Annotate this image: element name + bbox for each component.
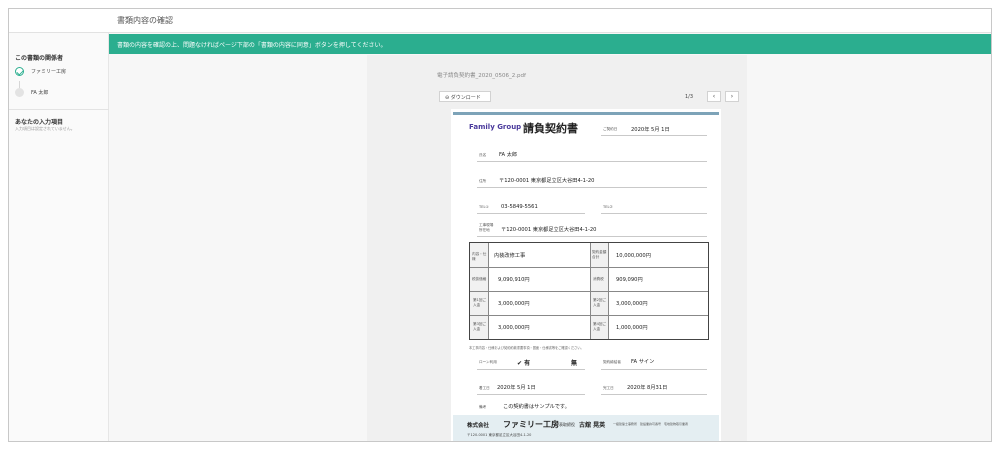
table-cell: 3,000,000円 bbox=[616, 301, 648, 307]
rep-name: 古舘 晃英 bbox=[579, 422, 606, 429]
table-row-label: 第1回ご入金 bbox=[473, 298, 487, 307]
page-title: 書類内容の確認 bbox=[117, 16, 173, 25]
loan-yes: ✔ 有 bbox=[517, 360, 531, 367]
loan-label: ローン利用 bbox=[479, 360, 497, 364]
table-row-label: 消費税 bbox=[593, 277, 604, 281]
app-frame: 書類内容の確認 この書類の関係者 ファミリー工房 FA 太郎 あなたの入力項目 … bbox=[8, 8, 992, 442]
company-logo: Family Group bbox=[469, 123, 522, 131]
start-label: 着工日 bbox=[479, 386, 490, 390]
fine-print: 本工事内容・仕様および契約約款重要事項・図面・仕様書等をご確認ください。 bbox=[469, 346, 584, 350]
table-cell: 10,000,000円 bbox=[616, 253, 651, 259]
table-row-label: 契約金額合計 bbox=[592, 250, 607, 259]
file-name-tab[interactable]: 電子請負契約書_2020_0506_2.pdf bbox=[437, 71, 526, 79]
divider bbox=[477, 369, 585, 370]
inputs-note: 入力項目は設定されていません。 bbox=[15, 126, 75, 131]
start-date: 2020年 5月 1日 bbox=[497, 385, 536, 391]
address-label: 住所 bbox=[479, 179, 487, 183]
sign-method-label: 契約締結者 bbox=[603, 360, 621, 364]
document-page: Family Group 請負契約書 ご契約日 2020年 5月 1日 氏名 F… bbox=[451, 109, 721, 441]
divider bbox=[601, 394, 707, 395]
tel2-label: TEL② bbox=[603, 205, 613, 209]
name-label: 氏名 bbox=[479, 153, 487, 157]
banner-text: 書類の内容を確認の上、問題なければページ下部の「書類の内容に同意」ボタンを押して… bbox=[117, 42, 387, 49]
table-cell: 3,000,000円 bbox=[498, 325, 530, 331]
license-info: 一級建築士事務所 建設業許可番号 宅地建物取引業者 bbox=[613, 422, 689, 426]
divider bbox=[477, 161, 707, 162]
tel1: 03-5849-5561 bbox=[501, 204, 538, 210]
site-address: 〒120-0001 東京都足立区大谷田4-1-20 bbox=[501, 227, 597, 233]
divider bbox=[601, 135, 707, 136]
prev-page-button[interactable]: ‹ bbox=[707, 91, 721, 102]
table-row-label: 税抜価格 bbox=[472, 277, 487, 281]
party-step-1[interactable]: ファミリー工房 bbox=[13, 66, 103, 78]
customer-address: 〒120-0001 東京都足立区大谷田4-1-20 bbox=[499, 178, 595, 184]
company-footer: 株式会社 ファミリー工房 代表取締役 古舘 晃英 一級建築士事務所 建設業許可番… bbox=[453, 415, 719, 441]
remarks-label: 備考 bbox=[479, 405, 487, 409]
tel1-label: TEL① bbox=[479, 205, 489, 209]
page-indicator: 1/3 bbox=[685, 94, 694, 100]
table-cell: 9,090,910円 bbox=[498, 277, 530, 283]
check-circle-icon bbox=[15, 67, 24, 76]
table-rule bbox=[488, 243, 489, 339]
divider bbox=[477, 394, 585, 395]
table-rule bbox=[590, 243, 591, 339]
contract-date-label: ご契約日 bbox=[603, 127, 618, 131]
rep-label: 代表取締役 bbox=[555, 422, 575, 427]
top-header: 書類内容の確認 bbox=[9, 9, 991, 33]
contract-amount-table: 内容・仕様 内装改修工事 契約金額合計 10,000,000円 税抜価格 9,0… bbox=[469, 242, 709, 340]
company-name: ファミリー工房 bbox=[503, 420, 559, 429]
table-rule bbox=[608, 243, 609, 339]
inputs-section-title: あなたの入力項目 bbox=[15, 119, 64, 126]
sign-method: FA サイン bbox=[631, 359, 655, 365]
sidebar-divider bbox=[9, 109, 109, 110]
loan-no: 無 bbox=[571, 360, 578, 367]
table-cell: 1,000,000円 bbox=[616, 325, 648, 331]
table-rule bbox=[470, 315, 708, 316]
pending-circle-icon bbox=[15, 88, 24, 97]
divider bbox=[601, 213, 707, 214]
parties-section-title: この書類の関係者 bbox=[15, 55, 64, 62]
divider bbox=[601, 369, 707, 370]
table-row-label: 内容・仕様 bbox=[472, 252, 487, 261]
table-cell: 3,000,000円 bbox=[498, 301, 530, 307]
doc-header-bar bbox=[453, 112, 719, 115]
customer-name: FA 太郎 bbox=[499, 152, 518, 158]
divider bbox=[477, 187, 707, 188]
document-title: 請負契約書 bbox=[523, 122, 578, 135]
divider bbox=[477, 213, 585, 214]
sidebar: この書類の関係者 ファミリー工房 FA 太郎 あなたの入力項目 入力項目は設定さ… bbox=[9, 33, 109, 441]
site-label: 工事現場所在地 bbox=[479, 223, 494, 232]
contract-date: 2020年 5月 1日 bbox=[631, 127, 670, 133]
table-row-label: 第2回ご入金 bbox=[593, 298, 607, 307]
table-cell: 909,090円 bbox=[616, 277, 643, 283]
table-rule bbox=[470, 267, 708, 268]
table-row-label: 第3回ご入金 bbox=[473, 322, 487, 331]
end-date: 2020年 8月31日 bbox=[627, 385, 668, 391]
divider bbox=[477, 236, 707, 237]
party-name: ファミリー工房 bbox=[31, 69, 67, 75]
download-button[interactable]: ⊖ ダウンロード bbox=[439, 91, 491, 102]
company-address: 〒120-0001 東京都足立区大谷田4-1-20 bbox=[467, 433, 532, 437]
table-row-label: 第4回ご入金 bbox=[593, 322, 607, 331]
company-prefix: 株式会社 bbox=[467, 423, 490, 429]
table-cell: 内装改修工事 bbox=[494, 253, 526, 259]
end-label: 完工日 bbox=[603, 386, 614, 390]
next-page-button[interactable]: › bbox=[725, 91, 739, 102]
pdf-viewer: 電子請負契約書_2020_0506_2.pdf ⊖ ダウンロード 1/3 ‹ ›… bbox=[367, 55, 747, 441]
table-rule bbox=[470, 291, 708, 292]
party-name: FA 太郎 bbox=[31, 90, 49, 96]
party-step-2[interactable]: FA 太郎 bbox=[13, 87, 103, 99]
instruction-banner: 書類の内容を確認の上、問題なければページ下部の「書類の内容に同意」ボタンを押して… bbox=[109, 34, 991, 54]
remarks: この契約書はサンプルです。 bbox=[503, 404, 570, 410]
